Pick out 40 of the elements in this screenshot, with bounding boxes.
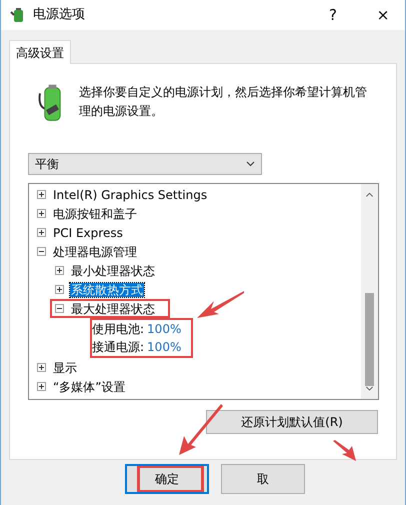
plan-dropdown[interactable]: 平衡 <box>28 153 262 175</box>
tab[interactable]: 高级设置 <box>9 40 71 64</box>
chevron-up-icon[interactable] <box>365 192 374 198</box>
scrollbar[interactable] <box>361 184 378 399</box>
expand-icon[interactable] <box>37 209 46 218</box>
setting-value[interactable]: 100% <box>147 340 182 354</box>
expand-icon[interactable] <box>55 266 64 275</box>
dropdown-value: 平衡 <box>35 157 59 171</box>
setting-value[interactable]: 100% <box>147 322 182 336</box>
tree-item[interactable]: 系统散热方式 <box>70 282 144 296</box>
scroll-thumb[interactable] <box>365 293 374 386</box>
description-text: 选择你要自定义的电源计划，然后选择你希望计算机管理的电源设置。 <box>78 84 368 120</box>
setting-label: 使用电池: <box>92 322 144 336</box>
collapse-icon[interactable] <box>55 304 64 313</box>
expand-icon[interactable] <box>37 228 46 237</box>
annotation-arrow <box>197 290 245 320</box>
cancel-button[interactable]: 取 <box>221 464 305 494</box>
chevron-down-icon[interactable] <box>365 386 374 391</box>
setting-label: 接通电源: <box>92 340 144 354</box>
collapse-icon[interactable] <box>37 247 46 256</box>
expand-icon[interactable] <box>55 285 64 294</box>
help-button[interactable]: ? <box>311 0 355 30</box>
expand-icon[interactable] <box>37 382 46 391</box>
expand-icon[interactable] <box>37 190 46 199</box>
tree-item[interactable]: 显示 <box>52 360 78 374</box>
ok-button[interactable]: 确定 <box>125 464 209 494</box>
tree-item[interactable]: “多媒体”设置 <box>52 380 126 394</box>
tree-item[interactable]: 最小处理器状态 <box>70 264 156 278</box>
chevron-down-icon <box>246 161 255 167</box>
restore-defaults-button[interactable]: 还原计划默认值(R) <box>206 410 378 434</box>
annotation-arrow <box>177 404 223 456</box>
tree-item[interactable]: PCI Express <box>52 226 124 240</box>
expand-icon[interactable] <box>37 363 46 372</box>
tree-item[interactable]: Intel(R) Graphics Settings <box>52 188 208 202</box>
tree-item[interactable]: 处理器电源管理 <box>52 244 138 258</box>
annotation-arrow <box>333 440 357 462</box>
window-title: 电源选项 <box>33 7 86 23</box>
close-button[interactable]: × <box>361 0 405 30</box>
tree-item[interactable]: 最大处理器状态 <box>70 302 156 316</box>
tree-item[interactable]: 电源按钮和盖子 <box>52 206 138 220</box>
